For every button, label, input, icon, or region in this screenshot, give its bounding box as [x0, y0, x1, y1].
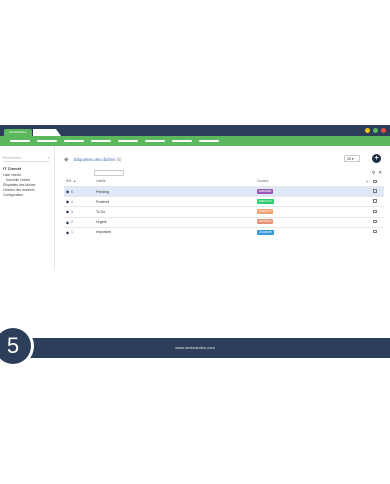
- menu-item-2[interactable]: [37, 140, 57, 142]
- sidebar-item-liste-checkt[interactable]: Liste checkt: [3, 173, 21, 177]
- menu-item-4[interactable]: [91, 140, 111, 142]
- menu-item-8[interactable]: [199, 140, 219, 142]
- clear-filter-icon[interactable]: ✕: [378, 170, 382, 176]
- color-badge: #2ECC71: [257, 198, 275, 204]
- menu-item-3[interactable]: [64, 140, 84, 142]
- maximize-dot[interactable]: [373, 128, 378, 133]
- color-badge: #9B59B6: [257, 188, 274, 194]
- chevron-down-icon[interactable]: ▾: [47, 155, 49, 161]
- tag-icon: ◆: [66, 189, 70, 194]
- tag-icon: ◆: [66, 229, 70, 235]
- app-window: NextSolution Rechercher ▾ IT Checkt List…: [0, 125, 390, 358]
- sidebar-item-gestion-dossiers[interactable]: Gestion des dossiers: [3, 188, 35, 192]
- tag-icon: ◆: [66, 199, 70, 205]
- sidebar-item-configuration[interactable]: Configuration: [3, 193, 23, 197]
- row-ref[interactable]: 3: [71, 210, 73, 214]
- table-body: ◆ 5 Pending #9B59B6 ◆ 4 Finished #2ECC71 ◆ 3 To Do…: [64, 186, 384, 237]
- table-row[interactable]: ◆ 4 Finished #2ECC71: [64, 196, 384, 206]
- row-ref[interactable]: 2: [71, 220, 73, 224]
- menu-item-1[interactable]: [10, 140, 30, 142]
- menu-item-5[interactable]: [118, 140, 138, 142]
- minimize-dot[interactable]: [365, 128, 370, 133]
- color-badge: #F0A271: [257, 209, 274, 215]
- row-checkbox[interactable]: [373, 219, 377, 224]
- sidebar: Rechercher ▾ IT Checkt Liste checkt Nouv…: [0, 146, 55, 269]
- column-ref[interactable]: Réf. ▲: [66, 179, 76, 183]
- top-menu-bar: [0, 136, 390, 146]
- tag-icon: ◆: [64, 157, 69, 163]
- column-color[interactable]: Couleur: [257, 179, 269, 183]
- brand-tab[interactable]: NextSolution: [4, 129, 32, 136]
- color-badge: #3498DB: [257, 229, 274, 235]
- row-label: To Do: [96, 209, 106, 214]
- tag-icon: ◆: [66, 219, 70, 225]
- list-tools: ⚲ ✕: [372, 170, 382, 176]
- close-dot[interactable]: [381, 128, 386, 133]
- table-row[interactable]: ◆ 3 To Do #F0A271: [64, 206, 384, 216]
- window-controls: [365, 128, 386, 133]
- row-label: Pending: [96, 189, 109, 194]
- table-row[interactable]: ◆ 5 Pending #9B59B6: [64, 186, 384, 197]
- record-count: (5): [116, 157, 122, 162]
- footer-url[interactable]: www.nextsolution.com: [0, 345, 390, 350]
- select-all-checkbox[interactable]: [373, 179, 377, 183]
- per-page-select[interactable]: 25 ▾: [344, 155, 360, 162]
- row-checkbox[interactable]: [373, 199, 377, 203]
- page-title: Étiquettes des tâches (5): [74, 157, 122, 162]
- sidebar-item-nouvelle-checkt[interactable]: Nouvelle checkt: [6, 178, 30, 182]
- main-content: ◆ Étiquettes des tâches (5) 25 ▾ + ⚲ ✕ R…: [58, 146, 390, 269]
- row-checkbox[interactable]: [373, 229, 377, 234]
- sidebar-item-etiquettes[interactable]: Étiquettes des tâches: [3, 183, 35, 187]
- row-label: Finished: [96, 199, 110, 204]
- table-row[interactable]: ◆ 1 Important #3498DB: [64, 226, 384, 237]
- page-title-text: Étiquettes des tâches: [74, 157, 116, 162]
- row-label: Important: [96, 230, 111, 235]
- row-checkbox[interactable]: [373, 209, 377, 214]
- color-badge: #E7937A: [257, 219, 274, 225]
- column-settings-icon[interactable]: ≡: [366, 179, 368, 184]
- sidebar-search-placeholder: Rechercher: [3, 156, 22, 160]
- table-header: Réf. ▲ Libellé Couleur ≡: [64, 179, 384, 185]
- menu-item-7[interactable]: [172, 140, 192, 142]
- row-label: Urgent: [96, 220, 107, 225]
- row-ref[interactable]: 5: [71, 190, 73, 194]
- search-icon[interactable]: ⚲: [372, 170, 375, 176]
- sidebar-search-input[interactable]: Rechercher ▾: [3, 155, 49, 162]
- tag-icon: ◆: [66, 209, 70, 215]
- sidebar-title: IT Checkt: [3, 166, 22, 171]
- footer-bar: www.nextsolution.com: [0, 338, 390, 358]
- label-filter-input[interactable]: [94, 170, 124, 176]
- table-row[interactable]: ◆ 2 Urgent #E7937A: [64, 216, 384, 227]
- title-bar: NextSolution: [0, 125, 390, 136]
- column-label[interactable]: Libellé: [96, 179, 106, 183]
- row-checkbox[interactable]: [373, 189, 377, 193]
- browser-tab[interactable]: [33, 129, 61, 136]
- row-ref[interactable]: 1: [71, 230, 73, 234]
- menu-item-6[interactable]: [145, 140, 165, 142]
- add-button[interactable]: +: [372, 154, 381, 163]
- row-ref[interactable]: 4: [71, 200, 73, 204]
